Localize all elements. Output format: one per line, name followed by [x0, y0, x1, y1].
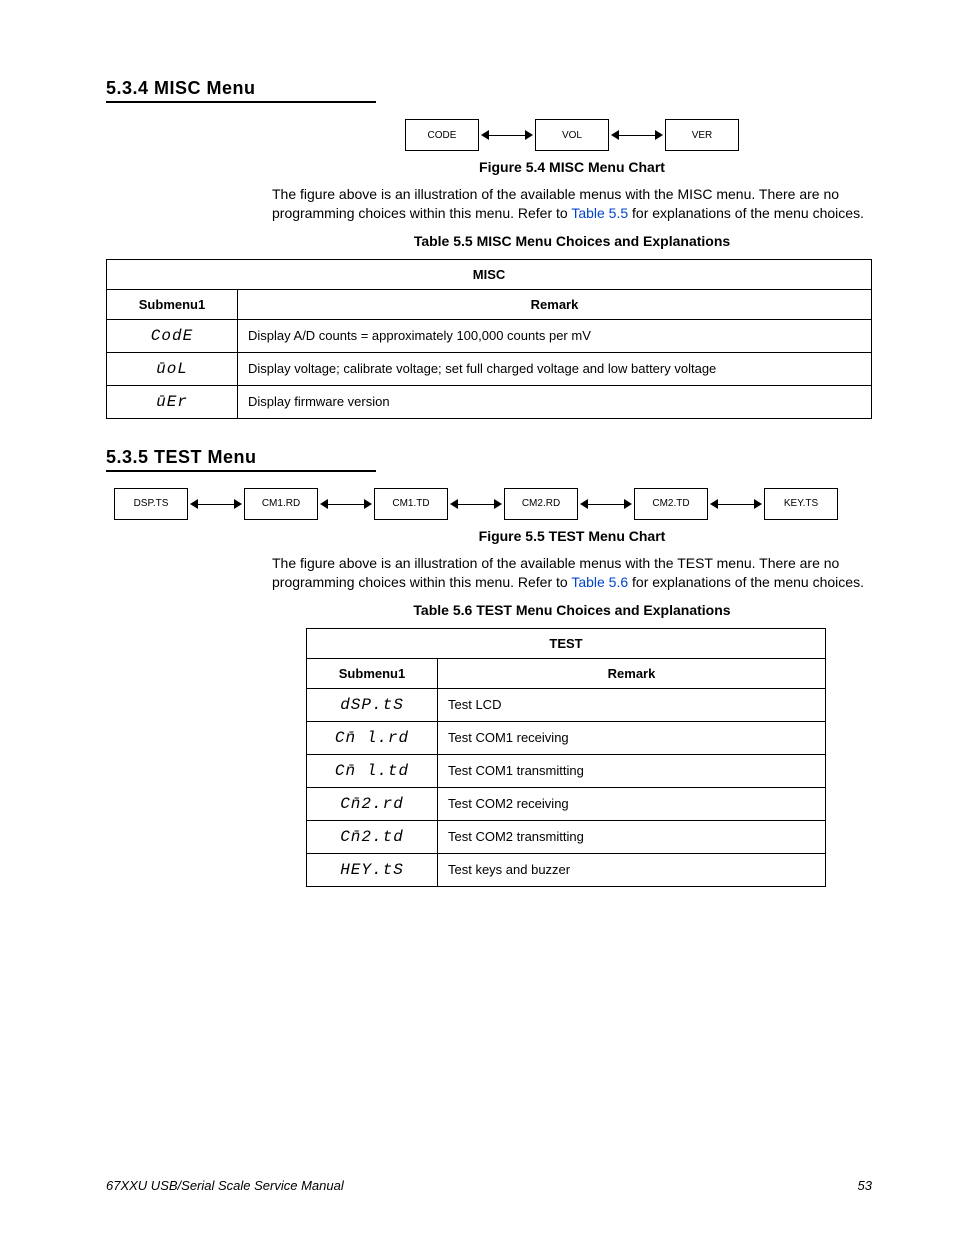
seg-cell: HEY.tS [307, 853, 438, 886]
body-text: The figure above is an illustration of t… [272, 185, 872, 223]
table-link[interactable]: Table 5.5 [571, 205, 628, 221]
test-diagram: DSP.TS CM1.RD CM1.TD CM2.RD CM2.TD KEY.T… [106, 488, 872, 520]
diagram-box: CM2.RD [504, 488, 578, 520]
heading-misc: 5.3.4 MISC Menu [106, 78, 872, 99]
heading-underline [106, 101, 376, 103]
section-test: 5.3.5 TEST Menu DSP.TS CM1.RD CM1.TD CM2… [106, 447, 872, 887]
remark-cell: Test COM2 receiving [438, 787, 826, 820]
table-row: Cn̄ l.rd Test COM1 receiving [307, 721, 826, 754]
table-caption: Table 5.6 TEST Menu Choices and Explanat… [272, 602, 872, 618]
table-caption: Table 5.5 MISC Menu Choices and Explanat… [272, 233, 872, 249]
section-misc: 5.3.4 MISC Menu CODE VOL VER Figure 5.4 … [106, 78, 872, 419]
column-header: Submenu1 [307, 658, 438, 688]
table-row: MISC [107, 259, 872, 289]
table-row: CodE Display A/D counts = approximately … [107, 319, 872, 352]
table-header-top: TEST [307, 628, 826, 658]
remark-cell: Display voltage; calibrate voltage; set … [238, 352, 872, 385]
misc-table: MISC Submenu1 Remark CodE Display A/D co… [106, 259, 872, 419]
diagram-box: DSP.TS [114, 488, 188, 520]
test-table: TEST Submenu1 Remark dSP.tS Test LCD Cn̄… [306, 628, 826, 887]
diagram-box: VOL [535, 119, 609, 151]
column-header: Remark [438, 658, 826, 688]
page-footer: 67XXU USB/Serial Scale Service Manual 53 [106, 1178, 872, 1193]
table-row: ūEr Display firmware version [107, 385, 872, 418]
heading-underline [106, 470, 376, 472]
body-post: for explanations of the menu choices. [628, 574, 864, 590]
double-arrow-icon [318, 503, 374, 505]
remark-cell: Test LCD [438, 688, 826, 721]
table-row: dSP.tS Test LCD [307, 688, 826, 721]
heading-test: 5.3.5 TEST Menu [106, 447, 872, 468]
seg-cell: Cn̄ l.rd [307, 721, 438, 754]
column-header: Remark [238, 289, 872, 319]
body-post: for explanations of the menu choices. [628, 205, 864, 221]
remark-cell: Test COM2 transmitting [438, 820, 826, 853]
seg-cell: ūEr [107, 385, 238, 418]
remark-cell: Display A/D counts = approximately 100,0… [238, 319, 872, 352]
table-row: Submenu1 Remark [307, 658, 826, 688]
figure-caption: Figure 5.4 MISC Menu Chart [272, 159, 872, 175]
body-text: The figure above is an illustration of t… [272, 554, 872, 592]
double-arrow-icon [578, 503, 634, 505]
table-row: Cn̄2.td Test COM2 transmitting [307, 820, 826, 853]
remark-cell: Display firmware version [238, 385, 872, 418]
page-number: 53 [858, 1178, 872, 1193]
diagram-box: KEY.TS [764, 488, 838, 520]
column-header: Submenu1 [107, 289, 238, 319]
footer-title: 67XXU USB/Serial Scale Service Manual [106, 1178, 344, 1193]
seg-cell: CodE [107, 319, 238, 352]
double-arrow-icon [479, 134, 535, 136]
remark-cell: Test COM1 receiving [438, 721, 826, 754]
page: 5.3.4 MISC Menu CODE VOL VER Figure 5.4 … [0, 0, 954, 1235]
double-arrow-icon [609, 134, 665, 136]
seg-cell: dSP.tS [307, 688, 438, 721]
figure-caption: Figure 5.5 TEST Menu Chart [272, 528, 872, 544]
remark-cell: Test keys and buzzer [438, 853, 826, 886]
table-row: TEST [307, 628, 826, 658]
seg-cell: Cn̄ l.td [307, 754, 438, 787]
diagram-box: CM1.TD [374, 488, 448, 520]
remark-cell: Test COM1 transmitting [438, 754, 826, 787]
table-row: Cn̄ l.td Test COM1 transmitting [307, 754, 826, 787]
table-row: Cn̄2.rd Test COM2 receiving [307, 787, 826, 820]
double-arrow-icon [708, 503, 764, 505]
seg-cell: Cn̄2.td [307, 820, 438, 853]
table-row: ūoL Display voltage; calibrate voltage;… [107, 352, 872, 385]
table-row: HEY.tS Test keys and buzzer [307, 853, 826, 886]
table-row: Submenu1 Remark [107, 289, 872, 319]
double-arrow-icon [448, 503, 504, 505]
seg-cell: Cn̄2.rd [307, 787, 438, 820]
diagram-box: VER [665, 119, 739, 151]
diagram-box: CODE [405, 119, 479, 151]
diagram-box: CM1.RD [244, 488, 318, 520]
seg-cell: ūoL [107, 352, 238, 385]
double-arrow-icon [188, 503, 244, 505]
diagram-box: CM2.TD [634, 488, 708, 520]
table-link[interactable]: Table 5.6 [571, 574, 628, 590]
misc-diagram: CODE VOL VER [272, 119, 872, 151]
table-header-top: MISC [107, 259, 872, 289]
